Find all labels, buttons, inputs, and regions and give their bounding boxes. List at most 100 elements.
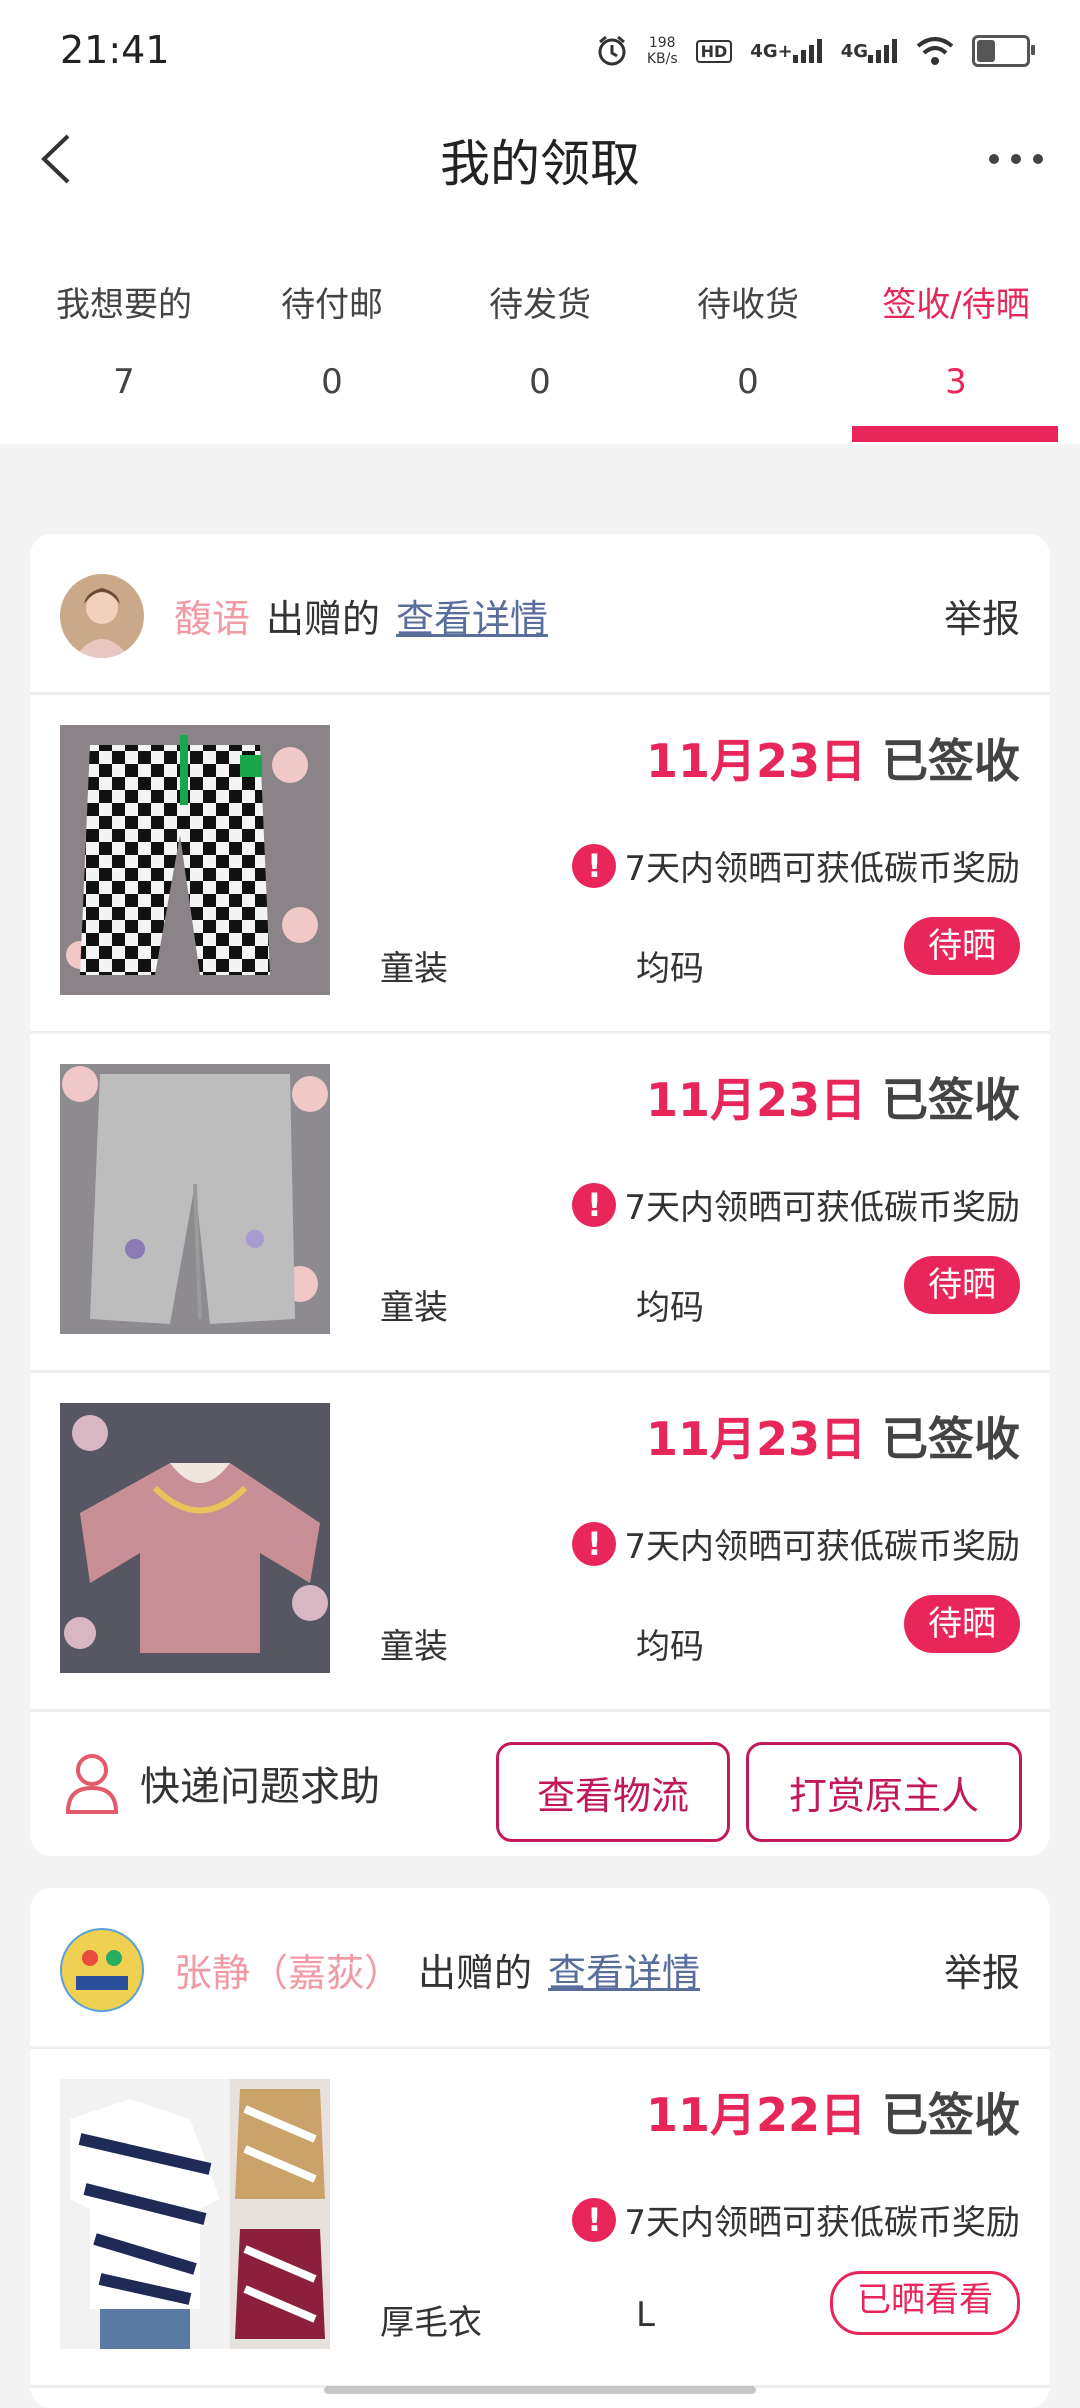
item-category: 童装 — [380, 1627, 448, 1667]
item-category: 童装 — [380, 1288, 448, 1328]
tip-text: 7天内领晒可获低碳币奖励 — [624, 1188, 1020, 1228]
tab-pending-postage[interactable]: 待付邮 0 — [228, 280, 436, 402]
sign-date: 11月23日 — [645, 1412, 866, 1466]
view-details-link[interactable]: 查看详情 — [396, 597, 548, 641]
alarm-icon — [595, 34, 629, 68]
order-card: 张静（嘉荻） 出赠的 查看详情 举报 11月22日 已签收 ! 7天内领晒可获低碳币奖励… — [30, 1888, 1050, 2408]
date-status: 11月22日 已签收 — [646, 2079, 1020, 2145]
date-status: 11月23日 已签收 — [646, 1064, 1020, 1130]
list-item[interactable]: 11月23日 已签收 ! 7天内领晒可获低碳币奖励 童装 均码 待晒 — [30, 1373, 1050, 1712]
sign-status: 已签收 — [882, 2088, 1020, 2142]
card-header: 张静（嘉荻） 出赠的 查看详情 举报 — [30, 1888, 1050, 2049]
more-dots-icon — [989, 154, 1043, 164]
status-icons: 198 KB/s HD 4G+ 4G — [595, 26, 1035, 76]
tab-count: 7 — [113, 362, 135, 402]
item-category: 童装 — [380, 949, 448, 989]
share-button[interactable]: 待晒 — [904, 1256, 1020, 1314]
view-share-button[interactable]: 已晒看看 — [830, 2271, 1020, 2335]
product-image[interactable] — [60, 725, 330, 995]
battery-icon — [972, 35, 1035, 67]
tab-label: 待收货 — [697, 285, 799, 325]
tab-pending-receipt[interactable]: 待收货 0 — [644, 280, 852, 402]
network-speed: 198 KB/s — [647, 35, 678, 67]
exclamation-icon: ! — [572, 1521, 617, 1566]
sign-status: 已签收 — [882, 734, 1020, 788]
wifi-icon — [916, 36, 954, 66]
giver-name[interactable]: 张静（嘉荻） — [174, 1951, 402, 1995]
delivery-help[interactable]: 快递问题求助 — [64, 1752, 380, 1814]
sign-status: 已签收 — [882, 1412, 1020, 1466]
signal-4g-icon: 4G — [841, 39, 898, 63]
report-button[interactable]: 举报 — [944, 1942, 1020, 1997]
report-button[interactable]: 举报 — [944, 588, 1020, 643]
active-tab-indicator — [852, 426, 1058, 442]
sign-date: 11月23日 — [645, 1073, 866, 1127]
giver-line: 张静（嘉荻） 出赠的 查看详情 — [174, 1942, 700, 1997]
giver-line: 馥语 出赠的 查看详情 — [174, 588, 548, 643]
card-footer: 快递问题求助 查看物流 打赏原主人 — [30, 1712, 1050, 1856]
sign-date: 11月23日 — [645, 734, 866, 788]
tab-bar: 我想要的 7 待付邮 0 待发货 0 待收货 0 签收/待晒 3 — [0, 220, 1080, 444]
more-button[interactable] — [976, 124, 1056, 194]
exclamation-icon: ! — [572, 1182, 617, 1227]
exclamation-icon: ! — [572, 2197, 617, 2242]
tab-count: 0 — [321, 362, 343, 402]
tab-pending-shipment[interactable]: 待发货 0 — [436, 280, 644, 402]
reward-tip: ! 7天内领晒可获低碳币奖励 — [572, 841, 1020, 890]
tip-text: 7天内领晒可获低碳币奖励 — [624, 849, 1020, 889]
tip-owner-button[interactable]: 打赏原主人 — [746, 1742, 1022, 1842]
status-bar: 21:41 198 KB/s HD 4G+ 4G — [0, 0, 1080, 100]
tab-count: 0 — [529, 362, 551, 402]
item-size: L — [636, 2295, 655, 2335]
item-size: 均码 — [636, 1288, 704, 1328]
list-item[interactable]: 11月23日 已签收 ! 7天内领晒可获低碳币奖励 童装 均码 待晒 — [30, 1034, 1050, 1373]
list-item[interactable]: 11月23日 已签收 ! 7天内领晒可获低碳币奖励 童装 均码 待晒 — [30, 695, 1050, 1034]
tab-label: 待发货 — [489, 285, 591, 325]
status-time: 21:41 — [60, 28, 170, 72]
tip-text: 7天内领晒可获低碳币奖励 — [624, 2203, 1020, 2243]
view-details-link[interactable]: 查看详情 — [548, 1951, 700, 1995]
hd-icon: HD — [695, 39, 733, 63]
card-header: 馥语 出赠的 查看详情 举报 — [30, 534, 1050, 695]
tab-wanted[interactable]: 我想要的 7 — [20, 280, 228, 402]
tip-text: 7天内领晒可获低碳币奖励 — [624, 1527, 1020, 1567]
item-size: 均码 — [636, 949, 704, 989]
tab-count: 3 — [945, 362, 967, 402]
help-label: 快递问题求助 — [140, 1764, 380, 1810]
reward-tip: ! 7天内领晒可获低碳币奖励 — [572, 1180, 1020, 1229]
list-item[interactable]: 11月22日 已签收 ! 7天内领晒可获低碳币奖励 厚毛衣 L 已晒看看 — [30, 2049, 1050, 2388]
avatar[interactable] — [60, 1928, 144, 2012]
tab-count: 0 — [737, 362, 759, 402]
speed-unit: KB/s — [646, 51, 678, 67]
product-image[interactable] — [60, 1064, 330, 1334]
item-category: 厚毛衣 — [380, 2303, 482, 2343]
giver-name[interactable]: 馥语 — [174, 597, 250, 641]
hd-label: HD — [695, 39, 733, 63]
date-status: 11月23日 已签收 — [646, 1403, 1020, 1469]
giver-suffix: 出赠的 — [418, 1951, 533, 1995]
tab-label: 待付邮 — [281, 285, 383, 325]
product-image[interactable] — [60, 2079, 330, 2349]
reward-tip: ! 7天内领晒可获低碳币奖励 — [572, 2195, 1020, 2244]
tab-signed-share[interactable]: 签收/待晒 3 — [852, 280, 1060, 402]
tab-label: 我想要的 — [56, 285, 192, 325]
view-logistics-button[interactable]: 查看物流 — [496, 1742, 730, 1842]
net1-label: 4G+ — [750, 40, 793, 62]
home-indicator[interactable] — [324, 2386, 756, 2394]
user-icon — [65, 1754, 119, 1814]
exclamation-icon: ! — [572, 843, 617, 888]
speed-value: 198 — [648, 35, 676, 51]
sign-status: 已签收 — [882, 1073, 1020, 1127]
reward-tip: ! 7天内领晒可获低碳币奖励 — [572, 1519, 1020, 1568]
date-status: 11月23日 已签收 — [646, 725, 1020, 791]
net2-label: 4G — [840, 40, 868, 62]
giver-suffix: 出赠的 — [266, 597, 381, 641]
tab-label: 签收/待晒 — [882, 285, 1030, 325]
order-card: 馥语 出赠的 查看详情 举报 11月23日 已签收 ! 7天内领晒可获低碳币奖励 童装 … — [30, 534, 1050, 1856]
sign-date: 11月22日 — [645, 2088, 866, 2142]
product-image[interactable] — [60, 1403, 330, 1673]
signal-4g-plus-icon: 4G+ — [750, 39, 822, 63]
avatar[interactable] — [60, 574, 144, 658]
share-button[interactable]: 待晒 — [904, 1595, 1020, 1653]
share-button[interactable]: 待晒 — [904, 917, 1020, 975]
